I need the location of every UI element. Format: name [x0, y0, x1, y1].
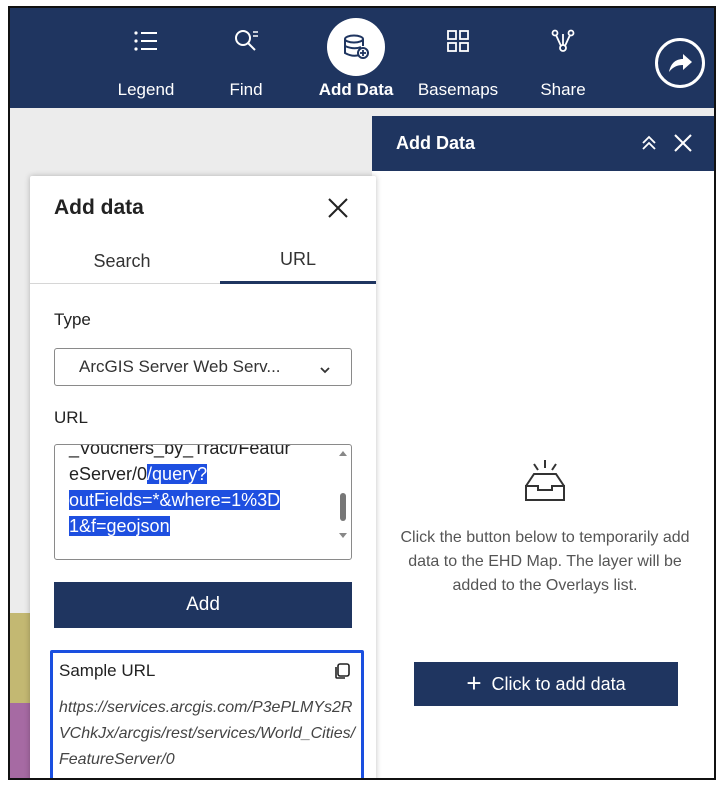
add-data-button[interactable]: Add Data — [306, 8, 406, 108]
tab-url[interactable]: URL — [220, 238, 376, 284]
legend-icon — [131, 26, 161, 56]
share-label: Share — [540, 80, 586, 99]
basemaps-label: Basemaps — [417, 80, 499, 99]
map-layer-shape — [10, 613, 32, 703]
type-select-value: ArcGIS Server Web Serv... — [79, 357, 281, 376]
share-icon — [548, 26, 578, 56]
sample-url-title: Sample URL — [59, 661, 156, 680]
add-data-icon — [327, 18, 385, 76]
url-text-line: eServer/0/query? — [69, 461, 331, 487]
textarea-scrollbar[interactable] — [338, 449, 348, 553]
url-text-selected: 1&f=geojson — [69, 516, 170, 536]
url-textarea[interactable]: _Vouchers_by_Tract/Featur eServer/0/quer… — [54, 444, 352, 560]
panel-title: Add Data — [396, 133, 476, 153]
type-select[interactable]: ArcGIS Server Web Serv... — [54, 348, 352, 386]
dialog-title: Add data — [54, 196, 144, 219]
click-to-add-data-label: Click to add data — [491, 673, 626, 694]
basemaps-button[interactable]: Basemaps — [408, 8, 508, 108]
url-text-plain: eServer/0 — [69, 464, 148, 484]
url-text-line: _Vouchers_by_Tract/Featur — [69, 444, 291, 458]
url-label: URL — [54, 408, 89, 427]
tab-search[interactable]: Search — [30, 238, 214, 284]
find-label: Find — [229, 80, 263, 99]
scroll-up-icon[interactable] — [339, 451, 347, 456]
share-arrow-icon — [667, 52, 693, 74]
chevron-down-icon — [319, 361, 331, 374]
add-data-panel: Add Data Click the button below to tempo… — [372, 116, 714, 778]
empty-inbox-icon — [522, 458, 568, 504]
legend-label: Legend — [117, 80, 175, 99]
add-data-dialog: Add data Search URL Type ArcGIS Server W… — [30, 176, 376, 778]
find-button[interactable]: Find — [216, 8, 276, 108]
collapse-button[interactable] — [636, 130, 662, 156]
empty-message: Click the button below to temporarily ad… — [400, 529, 690, 594]
basemaps-icon — [443, 26, 473, 56]
url-text-line: outFields=*&where=1%3D — [69, 487, 331, 513]
resize-grip-icon[interactable] — [340, 548, 348, 556]
legend-button[interactable]: Legend — [106, 8, 186, 108]
url-text-selected: /query? — [147, 464, 208, 484]
url-text: _Vouchers_by_Tract/Featur eServer/0/quer… — [69, 444, 331, 539]
scroll-down-icon[interactable] — [339, 533, 347, 538]
dialog-close-button[interactable] — [326, 196, 352, 222]
app-window: Legend Find Add Data Basemaps Share Add … — [8, 6, 716, 780]
panel-close-button[interactable] — [670, 130, 696, 156]
click-to-add-data-button[interactable]: + Click to add data — [414, 662, 678, 706]
url-text-line: 1&f=geojson — [69, 513, 331, 539]
close-icon — [673, 133, 693, 153]
find-icon — [231, 26, 261, 56]
copy-icon[interactable] — [333, 662, 351, 680]
double-chevron-up-icon — [640, 134, 658, 152]
top-toolbar: Legend Find Add Data Basemaps Share — [10, 8, 714, 108]
type-label: Type — [54, 310, 91, 329]
plus-icon: + — [466, 667, 482, 698]
dialog-tabs: Search URL — [30, 238, 376, 284]
add-data-label: Add Data — [318, 80, 394, 99]
sample-url-box: Sample URL https://services.arcgis.com/P… — [50, 650, 364, 778]
close-icon — [326, 196, 352, 220]
url-text-selected: outFields=*&where=1%3D — [69, 490, 281, 510]
panel-header: Add Data — [372, 116, 714, 171]
scroll-thumb[interactable] — [340, 493, 346, 521]
add-button[interactable]: Add — [54, 582, 352, 628]
share-button[interactable]: Share — [530, 8, 596, 108]
share-arrow-button[interactable] — [655, 38, 705, 88]
sample-url-text: https://services.arcgis.com/P3ePLMYs2RVC… — [59, 699, 356, 768]
